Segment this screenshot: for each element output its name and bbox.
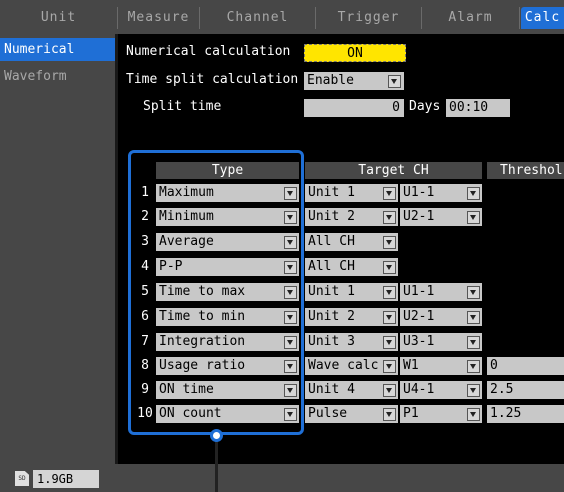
target-ch-header: Target CH <box>305 162 482 179</box>
tab-channel[interactable]: Channel <box>200 7 316 29</box>
tab-measure[interactable]: Measure <box>118 7 200 29</box>
chevron-down-icon[interactable] <box>467 286 480 299</box>
split-days-input[interactable]: 0 <box>304 99 404 117</box>
sidebar: Numerical Waveform <box>0 34 115 464</box>
tab-alarm[interactable]: Alarm <box>422 7 520 29</box>
sidebar-item-numerical[interactable]: Numerical <box>0 38 115 61</box>
days-label: Days <box>409 99 441 114</box>
tab-calc[interactable]: Calc <box>521 7 564 29</box>
chevron-down-icon[interactable] <box>383 286 396 299</box>
tab-trigger[interactable]: Trigger <box>316 7 422 29</box>
time-split-label: Time split calculation <box>126 72 299 87</box>
chevron-down-icon[interactable] <box>383 211 396 224</box>
split-time-label: Split time <box>143 99 222 114</box>
tab-bar: Unit Measure Channel Trigger Alarm Calc <box>0 0 564 34</box>
chevron-down-icon[interactable] <box>467 360 480 373</box>
calc-settings-screen: Unit Measure Channel Trigger Alarm Calc … <box>0 0 564 492</box>
tab-unit[interactable]: Unit <box>0 7 118 29</box>
callout-line <box>215 435 218 492</box>
sd-card-icon: SD <box>15 471 29 486</box>
type-column-highlight <box>128 150 304 435</box>
chevron-down-icon[interactable] <box>467 211 480 224</box>
split-time-input[interactable]: 00:10 <box>446 99 510 117</box>
threshold-input[interactable]: 1.25 <box>487 405 564 423</box>
chevron-down-icon[interactable] <box>467 408 480 421</box>
chevron-down-icon[interactable] <box>383 360 396 373</box>
threshold-input[interactable]: 0 <box>487 357 564 375</box>
sidebar-item-waveform[interactable]: Waveform <box>0 65 115 88</box>
chevron-down-icon[interactable] <box>467 187 480 200</box>
callout-dot <box>210 429 223 442</box>
numerical-calc-toggle[interactable]: ON <box>304 44 406 62</box>
numerical-calc-label: Numerical calculation <box>126 44 291 59</box>
chevron-down-icon[interactable] <box>383 261 396 274</box>
chevron-down-icon[interactable] <box>383 408 396 421</box>
threshold-header: Threshol <box>487 162 564 179</box>
chevron-down-icon[interactable] <box>388 75 401 88</box>
threshold-input[interactable]: 2.5 <box>487 381 564 399</box>
chevron-down-icon[interactable] <box>467 384 480 397</box>
chevron-down-icon[interactable] <box>467 336 480 349</box>
storage-capacity: 1.9GB <box>33 470 99 488</box>
chevron-down-icon[interactable] <box>383 187 396 200</box>
chevron-down-icon[interactable] <box>383 236 396 249</box>
chevron-down-icon[interactable] <box>383 311 396 324</box>
chevron-down-icon[interactable] <box>383 336 396 349</box>
chevron-down-icon[interactable] <box>467 311 480 324</box>
chevron-down-icon[interactable] <box>383 384 396 397</box>
